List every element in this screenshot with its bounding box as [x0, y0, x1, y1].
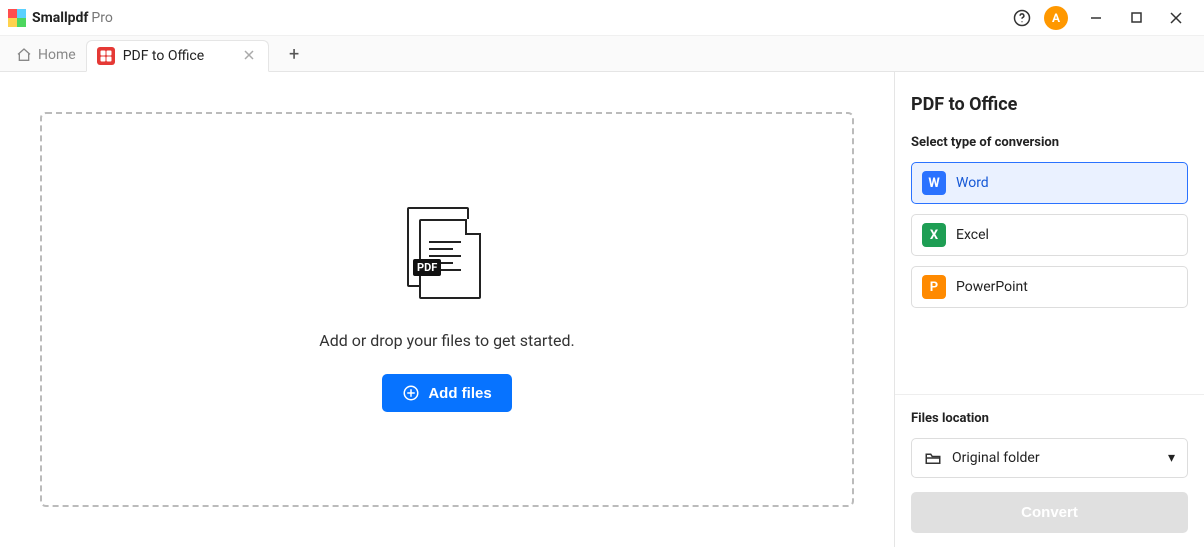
home-icon	[16, 47, 32, 63]
app-brand: Smallpdf	[32, 10, 88, 26]
powerpoint-icon: P	[922, 275, 946, 299]
add-files-button[interactable]: Add files	[382, 374, 511, 412]
plus-circle-icon	[402, 384, 420, 402]
pdf-badge: PDF	[413, 259, 441, 276]
tab-title: PDF to Office	[123, 48, 204, 64]
pdf-file-icon: PDF	[407, 207, 487, 307]
window-maximize-button[interactable]	[1116, 4, 1156, 32]
option-word[interactable]: W Word	[911, 162, 1188, 204]
convert-button[interactable]: Convert	[911, 492, 1188, 533]
dropzone-hint: Add or drop your files to get started.	[319, 331, 574, 350]
title-bar: Smallpdf Pro A	[0, 0, 1204, 36]
chevron-down-icon: ▾	[1168, 450, 1175, 466]
user-avatar[interactable]: A	[1044, 6, 1068, 30]
app-edition: Pro	[91, 10, 112, 26]
excel-icon: X	[922, 223, 946, 247]
conversion-options: W Word X Excel P PowerPoint	[911, 162, 1188, 308]
help-button[interactable]	[1008, 4, 1036, 32]
close-icon	[244, 50, 254, 60]
window-close-button[interactable]	[1156, 4, 1196, 32]
window-minimize-button[interactable]	[1076, 4, 1116, 32]
home-link[interactable]: Home	[10, 47, 86, 71]
tab-app-icon	[97, 47, 115, 65]
tab-pdf-to-office[interactable]: PDF to Office	[86, 40, 269, 72]
option-powerpoint-label: PowerPoint	[956, 279, 1028, 295]
option-powerpoint[interactable]: P PowerPoint	[911, 266, 1188, 308]
option-word-label: Word	[956, 175, 989, 191]
main-area: PDF Add or drop your files to get starte…	[0, 72, 894, 547]
app-logo-icon	[8, 9, 26, 27]
option-excel-label: Excel	[956, 227, 989, 243]
files-location-select[interactable]: Original folder ▾	[911, 438, 1188, 478]
option-excel[interactable]: X Excel	[911, 214, 1188, 256]
files-location-value: Original folder	[952, 450, 1040, 466]
add-files-label: Add files	[428, 385, 491, 402]
tab-bar: Home PDF to Office +	[0, 36, 1204, 72]
home-label: Home	[38, 47, 76, 63]
new-tab-button[interactable]: +	[279, 44, 309, 71]
folder-icon	[924, 449, 942, 467]
tab-close-button[interactable]	[240, 48, 258, 64]
sidebar: PDF to Office Select type of conversion …	[894, 72, 1204, 547]
conversion-type-label: Select type of conversion	[911, 135, 1188, 150]
file-dropzone[interactable]: PDF Add or drop your files to get starte…	[40, 112, 854, 507]
sidebar-title: PDF to Office	[911, 94, 1188, 115]
files-location-label: Files location	[911, 411, 1188, 426]
word-icon: W	[922, 171, 946, 195]
